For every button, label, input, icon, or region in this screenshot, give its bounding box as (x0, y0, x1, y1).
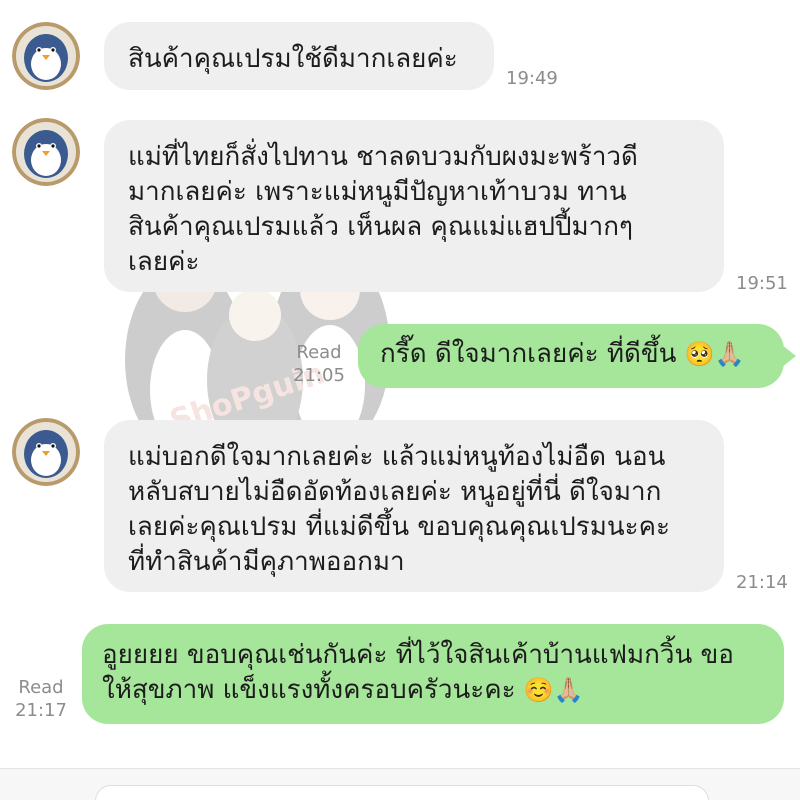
message-text-line: สินค้าคุณเปรมแล้ว เห็นผล คุณแม่แฮปปี้มาก… (128, 212, 633, 242)
emoji: 🥺🙏🏼 (684, 340, 745, 368)
message-text: สินค้าคุณเปรมใช้ดีมากเลยค่ะ (128, 44, 458, 74)
read-status: Read (18, 677, 64, 698)
message-timestamp: 19:51 (736, 273, 788, 294)
message-composer-bar (0, 768, 800, 800)
message-text-line: หลับสบายไม่อืดอัดท้องเลยค่ะ หนูอยู่ที่นี… (128, 477, 662, 507)
message-bubble-incoming[interactable]: แม่ที่ไทยก็สั่งไปทาน ชาลดบวมกับผงมะพร้าว… (104, 120, 724, 292)
message-text-line: อูยยยย ขอบคุณเช่นกันค่ะ ที่ไว้ใจสินเค้าบ… (102, 640, 734, 670)
emoji: ☺️🙏🏼 (523, 676, 584, 704)
read-receipt: Read 21:05 (284, 341, 354, 387)
read-receipt: Read 21:17 (8, 676, 74, 722)
sender-avatar[interactable] (12, 22, 80, 90)
message-text-line: แม่ที่ไทยก็สั่งไปทาน ชาลดบวมกับผงมะพร้าว… (128, 142, 638, 172)
message-bubble-outgoing[interactable]: อูยยยย ขอบคุณเช่นกันค่ะ ที่ไว้ใจสินเค้าบ… (82, 624, 784, 724)
read-status: Read (296, 342, 342, 363)
message-text-line: แม่บอกดีใจมากเลยค่ะ แล้วแม่หนูท้องไม่อืด… (128, 442, 666, 472)
message-text-line: มากเลยค่ะ เพราะแม่หนูมีปัญหาเท้าบวม ทาน (128, 177, 627, 207)
message-timestamp: 21:14 (736, 572, 788, 593)
message-text-line: เลยค่ะ (128, 247, 200, 277)
message-timestamp: 21:17 (15, 700, 67, 721)
message-bubble-outgoing[interactable]: กรี๊ด ดีใจมากเลยค่ะ ที่ดีขึ้น 🥺🙏🏼 (358, 324, 784, 388)
chat-screen: ShoPguin สินค้าคุณเปรมใช้ดีมากเลยค่ะ 19:… (0, 0, 800, 800)
penguin-avatar-icon (12, 418, 80, 486)
message-text: กรี๊ด ดีใจมากเลยค่ะ ที่ดีขึ้น (380, 339, 677, 369)
bubble-tail (782, 345, 796, 367)
message-text-line: เลยค่ะคุณเปรม ที่แม่ดีขึ้น ขอบคุณคุณเปรม… (128, 512, 670, 542)
message-timestamp: 21:05 (293, 365, 345, 386)
sender-avatar[interactable] (12, 118, 80, 186)
penguin-avatar-icon (12, 22, 80, 90)
sender-avatar[interactable] (12, 418, 80, 486)
message-bubble-incoming[interactable]: สินค้าคุณเปรมใช้ดีมากเลยค่ะ (104, 22, 494, 90)
message-input[interactable] (95, 785, 709, 800)
message-text-line: ให้สุขภาพ แข็งแรงทั้งครอบครัวนะคะ (102, 675, 516, 705)
message-timestamp: 19:49 (506, 68, 558, 89)
message-bubble-incoming[interactable]: แม่บอกดีใจมากเลยค่ะ แล้วแม่หนูท้องไม่อืด… (104, 420, 724, 592)
message-text-line: ที่ทำสินค้ามีคุภาพออกมา (128, 547, 405, 577)
penguin-avatar-icon (12, 118, 80, 186)
